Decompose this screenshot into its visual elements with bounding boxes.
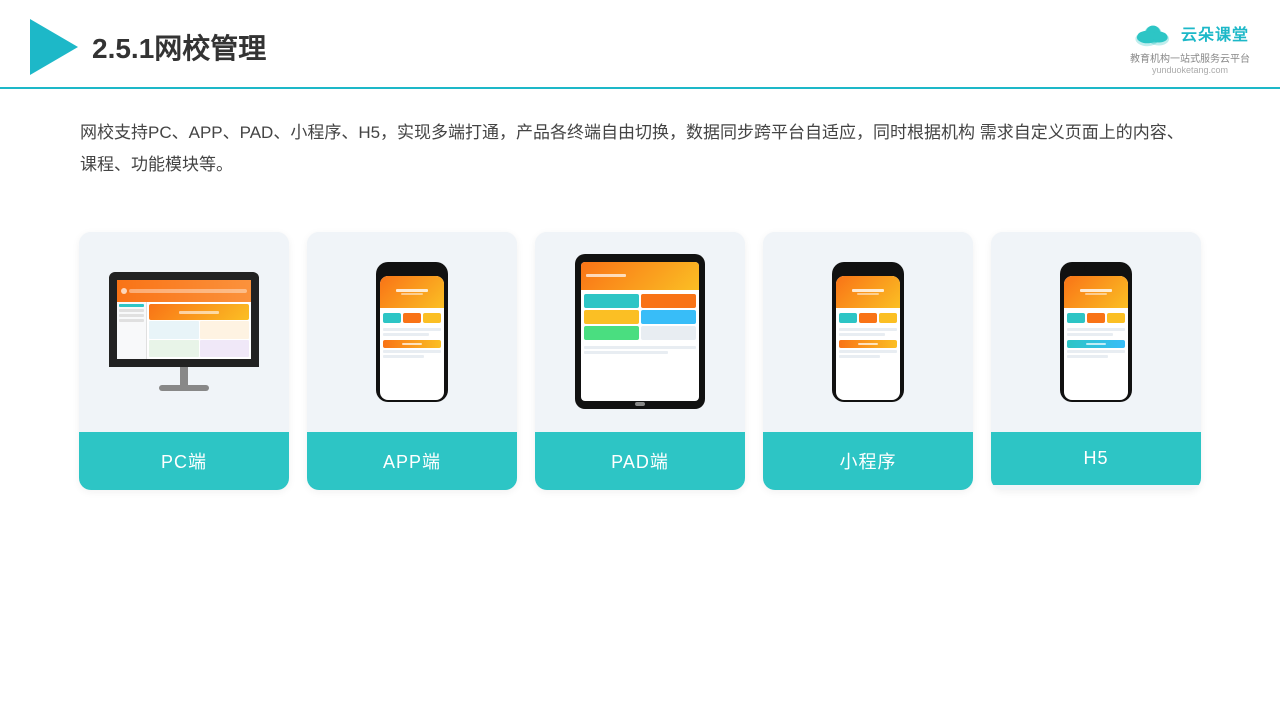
- cards-section: PC端: [0, 202, 1280, 490]
- miniapp-phone-body: [832, 262, 904, 402]
- logo-triangle-icon: [30, 19, 78, 75]
- app-phone-body: [376, 262, 448, 402]
- page-title: 2.5.1网校管理: [92, 27, 266, 67]
- tablet-screen: [581, 262, 699, 401]
- header-left: 2.5.1网校管理: [30, 19, 266, 75]
- tablet-home-btn: [635, 402, 645, 406]
- card-pc-image: [79, 232, 289, 432]
- card-pc: PC端: [79, 232, 289, 490]
- brand-logo: 云朵课堂 教育机构一站式服务云平台 yunduoketang.com: [1130, 18, 1250, 75]
- monitor-base: [159, 385, 209, 391]
- h5-phone-notch: [1084, 265, 1108, 271]
- app-phone-notch: [400, 265, 424, 271]
- card-miniapp-label: 小程序: [763, 432, 973, 490]
- card-h5-image: [991, 232, 1201, 432]
- miniapp-phone-notch: [856, 265, 880, 271]
- card-pc-label: PC端: [79, 432, 289, 490]
- card-pad-image: [535, 232, 745, 432]
- tablet-mockup: [575, 254, 705, 409]
- card-h5: H5: [991, 232, 1201, 490]
- card-app: APP端: [307, 232, 517, 490]
- h5-phone-mockup: [1060, 262, 1132, 402]
- description-text: 网校支持PC、APP、PAD、小程序、H5，实现多端打通，产品各终端自由切换，数…: [0, 89, 1280, 192]
- h5-phone-body: [1060, 262, 1132, 402]
- miniapp-phone-mockup: [832, 262, 904, 402]
- header: 2.5.1网校管理 云朵课堂 教育机构一站式服务云平台 yunduoketang…: [0, 0, 1280, 89]
- card-pad: PAD端: [535, 232, 745, 490]
- brand-tagline: 教育机构一站式服务云平台: [1130, 50, 1250, 65]
- card-pad-label: PAD端: [535, 432, 745, 490]
- pc-monitor-mockup: [109, 272, 259, 391]
- card-app-image: [307, 232, 517, 432]
- tablet-body: [575, 254, 705, 409]
- brand-name: 云朵课堂: [1181, 21, 1249, 45]
- app-phone-mockup: [376, 262, 448, 402]
- brand-url: yunduoketang.com: [1152, 65, 1228, 75]
- monitor-screen: [109, 272, 259, 367]
- cloud-icon: [1131, 18, 1175, 48]
- card-app-label: APP端: [307, 432, 517, 490]
- monitor-stand: [180, 367, 188, 385]
- card-h5-label: H5: [991, 432, 1201, 485]
- cloud-logo-container: 云朵课堂: [1131, 18, 1249, 48]
- card-miniapp: 小程序: [763, 232, 973, 490]
- card-miniapp-image: [763, 232, 973, 432]
